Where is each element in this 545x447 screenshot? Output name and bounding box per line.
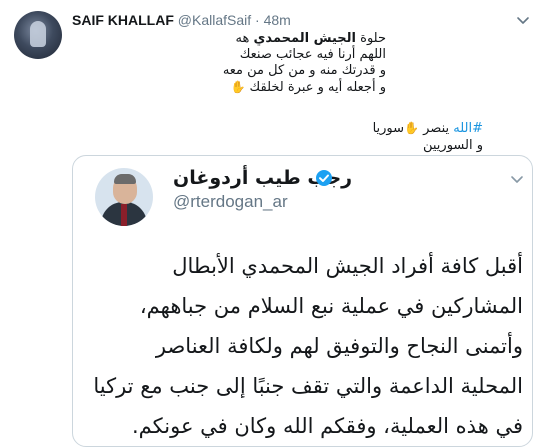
tweet: SAIF KHALLAF @KallafSaif · 48m حلوة الجي… (0, 0, 545, 447)
tweet-hashtags: #الله ينصر ✋سوريا و السوريين (373, 120, 483, 154)
author-handle[interactable]: @KallafSaif (178, 12, 251, 28)
hashtag-link[interactable]: #الله (453, 121, 483, 136)
tweet-text-line-3: و قدرتك منه و من كل من معه (222, 63, 386, 78)
tweet-header: SAIF KHALLAF @KallafSaif · 48m (72, 11, 291, 29)
quoted-text-line: المشاركين في عملية نبع السلام من جباههم، (139, 294, 523, 318)
tweet-timestamp[interactable]: 48m (264, 12, 291, 28)
quoted-tweet-text: أقبل كافة أفراد الجيش المحمدي الأبطال ال… (83, 246, 523, 446)
folded-hands-icon: ✋ (230, 80, 246, 94)
author-avatar[interactable] (14, 11, 62, 59)
folded-hands-icon: ✋ (404, 121, 419, 135)
quoted-text-line: أقبل كافة أفراد الجيش المحمدي الأبطال (172, 254, 523, 278)
quoted-text-line: وأتمنى النجاح والتوفيق لهم ولكافة العناص… (155, 334, 523, 358)
tweet-text-line-1: حلوة الجيش المحمدي هه (235, 31, 386, 46)
chevron-down-icon[interactable] (508, 170, 526, 188)
tweet-text: حلوة الجيش المحمدي هه اللهم أرنا فيه عجا… (66, 31, 386, 96)
tweet-text-line-2: اللهم أرنا فيه عجائب صنعك (239, 47, 386, 62)
chevron-down-icon[interactable] (515, 12, 531, 28)
quoted-text-line: في هذه العملية، وفقكم الله وكان في عونكم… (132, 414, 523, 438)
verified-badge-icon (316, 170, 332, 186)
separator-dot: · (255, 12, 260, 28)
quoted-text-line: المحلية الداعمة والتي تقف جنبًا إلى جنب … (93, 374, 523, 398)
quoted-author-avatar[interactable] (95, 168, 153, 226)
hashtag-line-2: و السوريين (422, 138, 483, 153)
author-name[interactable]: SAIF KHALLAF (72, 12, 174, 28)
quoted-author-handle[interactable]: @rterdogan_ar (173, 192, 288, 212)
tweet-text-line-4: و أجعله أيه و عبرة لخلقك ✋ (230, 80, 386, 95)
quoted-tweet-card[interactable]: رجب طيب أردوغان @rterdogan_ar أقبل كافة … (72, 155, 533, 447)
hashtag-line: #الله ينصر ✋سوريا (372, 121, 483, 136)
